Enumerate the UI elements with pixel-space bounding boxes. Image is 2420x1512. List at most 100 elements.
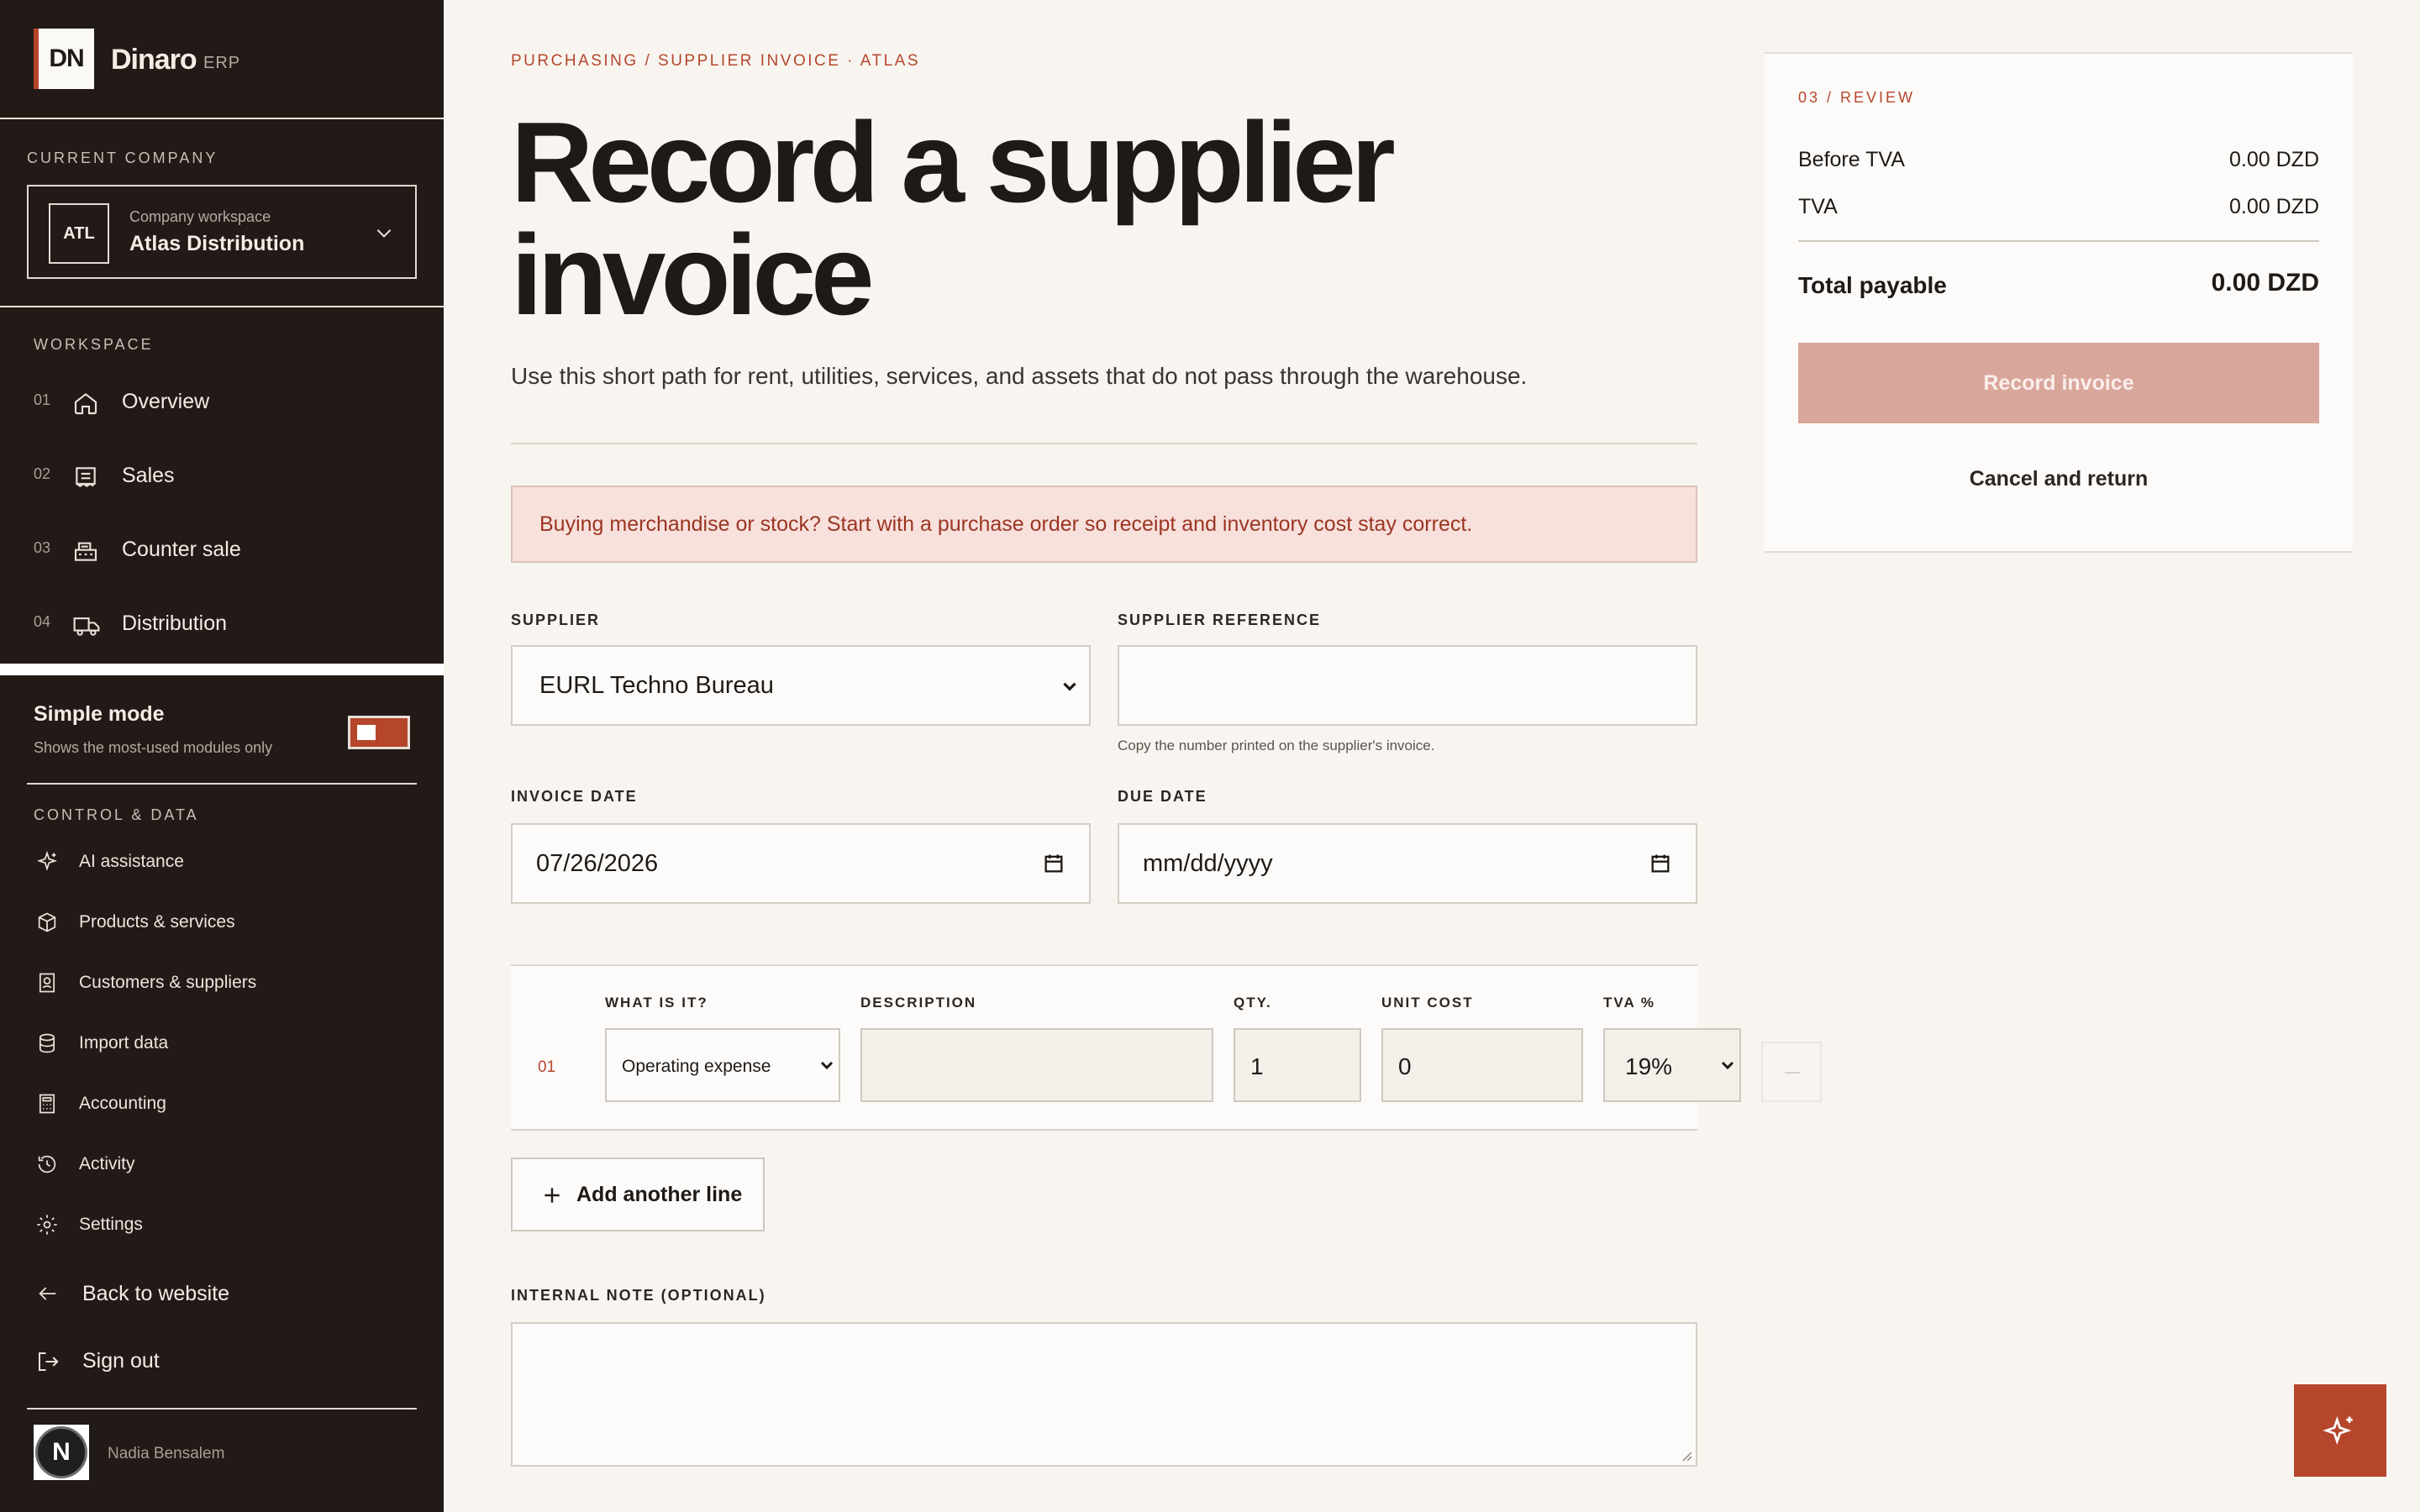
- remove-line-button[interactable]: [1761, 1042, 1822, 1102]
- nav-label: Activity: [79, 1154, 135, 1173]
- brand-name: Dinaro: [111, 44, 197, 76]
- company-switcher[interactable]: ATL Company workspace Atlas Distribution: [27, 185, 417, 279]
- nav-item-settings[interactable]: Settings: [0, 1201, 444, 1248]
- supplier-reference-input[interactable]: [1118, 645, 1697, 726]
- sparkles-icon: [35, 850, 59, 874]
- before-tva-label: Before TVA: [1798, 148, 1905, 171]
- total-label: Total payable: [1798, 272, 1947, 298]
- total-value: 0.00 DZD: [2211, 269, 2319, 297]
- add-line-button[interactable]: Add another line: [511, 1158, 765, 1231]
- nav-item-ai-assistance[interactable]: AI assistance: [0, 838, 444, 885]
- nav-item-products-services[interactable]: Products & services: [0, 899, 444, 946]
- nav-item-activity[interactable]: Activity: [0, 1141, 444, 1188]
- sign-out-button[interactable]: Sign out: [0, 1334, 444, 1388]
- nav-item-distribution[interactable]: 04 Distribution: [0, 595, 444, 662]
- chevron-down-icon: [1059, 675, 1081, 697]
- company-sub-label: Company workspace: [129, 208, 271, 225]
- nav-item-overview[interactable]: 01 Overview: [0, 373, 444, 440]
- line-unit-cost-input[interactable]: 0: [1381, 1028, 1583, 1102]
- sidebar-band: [0, 664, 444, 675]
- internal-note-textarea[interactable]: [511, 1322, 1697, 1467]
- line-tva-select[interactable]: 19%: [1603, 1028, 1741, 1102]
- due-date-placeholder: mm/dd/yyyy: [1143, 850, 1273, 877]
- column-tva: TVA %: [1603, 995, 1655, 1011]
- line-tva-value: 19%: [1625, 1053, 1673, 1079]
- review-step-label: 03 / REVIEW: [1798, 89, 1916, 106]
- cancel-and-return-link[interactable]: Cancel and return: [1798, 467, 2319, 491]
- add-line-label: Add another line: [576, 1183, 743, 1206]
- simple-mode-toggle[interactable]: [348, 716, 410, 749]
- resize-grip-icon[interactable]: [1679, 1448, 1692, 1462]
- nav-number: 02: [34, 465, 51, 482]
- nav-label: Products & services: [79, 912, 235, 932]
- supplier-reference-label: SUPPLIER REFERENCE: [1118, 612, 1322, 628]
- nav-item-customers-suppliers[interactable]: Customers & suppliers: [0, 959, 444, 1006]
- back-to-website-link[interactable]: Back to website: [0, 1267, 444, 1320]
- nav-item-accounting[interactable]: Accounting: [0, 1080, 444, 1127]
- page-subtitle: Use this short path for rent, utilities,…: [511, 363, 1528, 389]
- nav-label: Counter sale: [122, 538, 241, 561]
- before-tva-row: Before TVA 0.00 DZD: [1798, 148, 2319, 172]
- simple-mode-title: Simple mode: [34, 702, 165, 726]
- simple-mode-description: Shows the most-used modules only: [34, 739, 273, 756]
- nav-item-import-data[interactable]: Import data: [0, 1020, 444, 1067]
- line-kind-select[interactable]: Operating expense: [605, 1028, 840, 1102]
- line-qty-value: 1: [1250, 1053, 1264, 1079]
- supplier-value: EURL Techno Bureau: [539, 672, 774, 699]
- nav-label: Overview: [122, 390, 210, 413]
- brand-logo[interactable]: DN: [34, 29, 94, 89]
- breadcrumb: PURCHASING / SUPPLIER INVOICE · ATLAS: [511, 52, 921, 70]
- invoice-date-label: INVOICE DATE: [511, 788, 638, 805]
- calendar-icon[interactable]: [1649, 852, 1672, 875]
- nav-number: 04: [34, 613, 51, 630]
- tva-value: 0.00 DZD: [2229, 195, 2319, 218]
- purchase-order-notice: Buying merchandise or stock? Start with …: [511, 486, 1697, 563]
- chevron-down-icon: [1718, 1055, 1738, 1075]
- supplier-reference-help: Copy the number printed on the supplier'…: [1118, 738, 1435, 753]
- tva-row: TVA 0.00 DZD: [1798, 195, 2319, 219]
- nav-number: 01: [34, 391, 51, 408]
- company-badge: ATL: [49, 203, 109, 264]
- supplier-select[interactable]: EURL Techno Bureau: [511, 645, 1091, 726]
- nav-label: Settings: [79, 1215, 143, 1234]
- line-qty-input[interactable]: 1: [1234, 1028, 1361, 1102]
- notice-text: Buying merchandise or stock? Start with …: [539, 512, 1473, 536]
- sign-out-label: Sign out: [82, 1349, 160, 1373]
- line-number: 01: [538, 1058, 556, 1076]
- chevron-down-icon: [817, 1055, 837, 1075]
- brand: DN Dinaro ERP: [0, 0, 444, 119]
- column-kind: WHAT IS IT?: [605, 995, 708, 1011]
- sidebar-divider: [27, 783, 417, 785]
- company-name: Atlas Distribution: [129, 232, 305, 255]
- column-unit-cost: UNIT COST: [1381, 995, 1474, 1011]
- record-invoice-button[interactable]: Record invoice: [1798, 343, 2319, 423]
- due-date-label: DUE DATE: [1118, 788, 1207, 805]
- nav-item-counter-sale[interactable]: 03 Counter sale: [0, 521, 444, 588]
- invoice-date-value: 07/26/2026: [536, 850, 659, 877]
- box-icon: [35, 911, 59, 934]
- total-row: Total payable 0.00 DZD: [1798, 269, 2319, 299]
- nav-label: Accounting: [79, 1094, 166, 1113]
- truck-icon: [72, 612, 101, 638]
- chevron-down-icon: [373, 222, 395, 244]
- nav-label: Sales: [122, 464, 175, 487]
- due-date-input[interactable]: mm/dd/yyyy: [1118, 823, 1697, 904]
- cash-register-icon: [72, 538, 99, 564]
- ai-assistant-button[interactable]: [2294, 1384, 2386, 1477]
- sidebar-divider: [0, 306, 444, 307]
- toggle-knob: [357, 725, 376, 740]
- avatar[interactable]: N: [34, 1425, 89, 1480]
- nav-label: AI assistance: [79, 852, 184, 871]
- workspace-label: WORKSPACE: [34, 336, 154, 353]
- line-description-input[interactable]: [860, 1028, 1213, 1102]
- internal-note-label: INTERNAL NOTE (OPTIONAL): [511, 1287, 766, 1304]
- sidebar-divider: [27, 1408, 417, 1410]
- nav-item-sales[interactable]: 02 Sales: [0, 447, 444, 514]
- invoice-date-input[interactable]: 07/26/2026: [511, 823, 1091, 904]
- review-panel: 03 / REVIEW Before TVA 0.00 DZD TVA 0.00…: [1765, 52, 2353, 553]
- calendar-icon[interactable]: [1042, 852, 1065, 875]
- control-data-label: CONTROL & DATA: [34, 806, 199, 823]
- nav-label: Customers & suppliers: [79, 973, 257, 992]
- tva-label: TVA: [1798, 195, 1838, 218]
- plus-icon: [541, 1184, 563, 1206]
